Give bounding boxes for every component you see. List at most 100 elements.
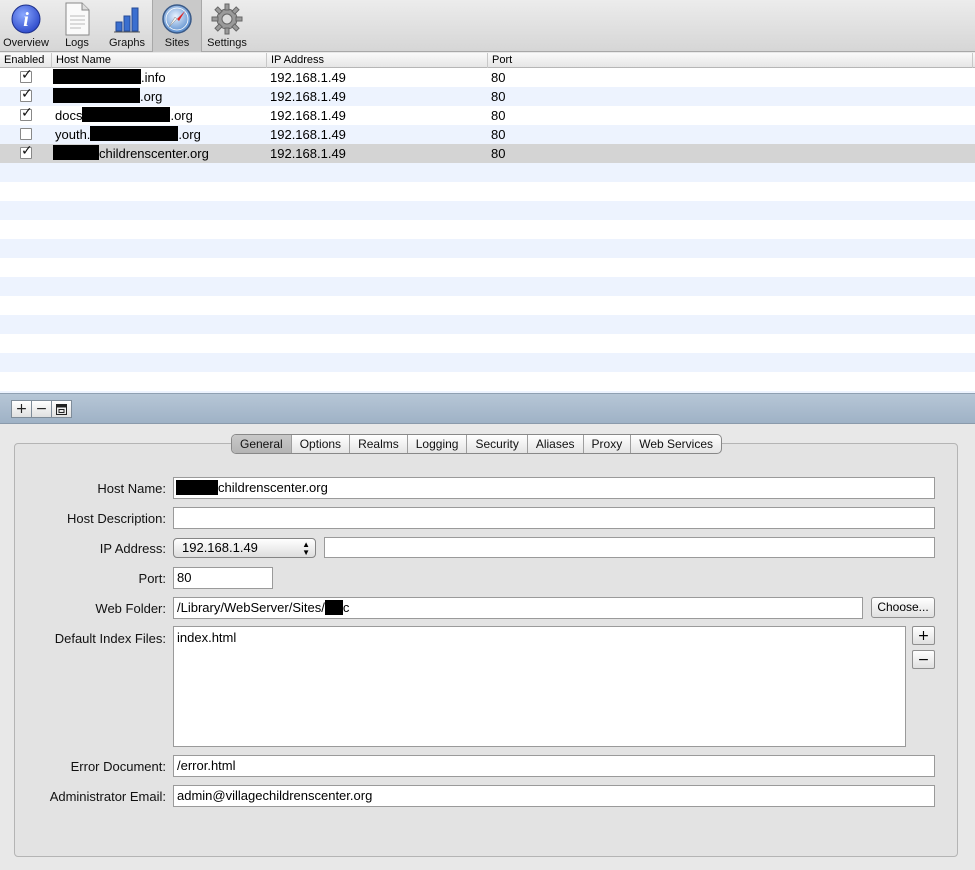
empty-row — [0, 258, 975, 277]
port-field[interactable]: 80 — [173, 567, 273, 589]
column-header-ip-address[interactable]: IP Address — [267, 53, 488, 68]
tab-aliases[interactable]: Aliases — [528, 435, 584, 453]
port-cell: 80 — [491, 146, 506, 161]
web-folder-label: Web Folder: — [95, 601, 166, 616]
ip-address-cell: 192.168.1.49 — [270, 146, 346, 161]
ip-address-cell: 192.168.1.49 — [270, 70, 346, 85]
empty-row — [0, 372, 975, 391]
host-name-cell: docs .org — [55, 107, 193, 123]
settings-tabs: General Options Realms Logging Security … — [231, 434, 723, 454]
toolbar-overview-label: Overview — [3, 37, 49, 49]
list-item[interactable]: index.html — [177, 630, 236, 645]
tab-proxy[interactable]: Proxy — [584, 435, 632, 453]
document-icon — [60, 2, 94, 36]
host-name-cell: .org — [52, 87, 267, 106]
redacted-block — [176, 480, 218, 495]
table-row[interactable]: youth. .org 192.168.1.49 80 — [0, 125, 975, 144]
empty-row — [0, 334, 975, 353]
svg-text:i: i — [23, 9, 29, 31]
default-index-files-list[interactable]: index.html — [173, 626, 906, 747]
toolbar-logs[interactable]: Logs — [52, 0, 102, 52]
choose-folder-button[interactable]: Choose... — [871, 597, 935, 618]
toolbar-settings[interactable]: Settings — [202, 0, 252, 52]
empty-row — [0, 315, 975, 334]
port-cell: 80 — [491, 127, 506, 142]
empty-row — [0, 201, 975, 220]
tab-realms[interactable]: Realms — [350, 435, 408, 453]
enabled-checkbox[interactable] — [20, 128, 32, 140]
table-actions-bar: + − — [0, 393, 975, 424]
remove-site-button[interactable]: − — [31, 400, 52, 418]
tab-general[interactable]: General — [232, 435, 292, 453]
redacted-block — [324, 600, 343, 615]
column-header-port[interactable]: Port — [488, 53, 973, 68]
compass-icon — [160, 2, 194, 36]
toolbar-logs-label: Logs — [65, 37, 89, 49]
host-description-label: Host Description: — [67, 511, 166, 526]
tab-options[interactable]: Options — [292, 435, 351, 453]
redacted-block — [53, 145, 99, 160]
error-document-field[interactable]: /error.html — [173, 755, 935, 777]
redacted-block — [90, 126, 179, 141]
default-index-files-label: Default Index Files: — [54, 631, 166, 646]
empty-row — [0, 163, 975, 182]
column-header-host-name[interactable]: Host Name — [52, 53, 267, 68]
empty-row — [0, 239, 975, 258]
table-row[interactable]: .org 192.168.1.49 80 — [0, 85, 975, 106]
ip-address-cell: 192.168.1.49 — [270, 89, 346, 104]
updown-arrows-icon: ▲ ▼ — [302, 540, 310, 557]
table-body: .info 192.168.1.49 80 .org 192.168.1.49 … — [0, 66, 975, 393]
web-folder-field[interactable]: /Library/WebServer/Sites/c — [173, 597, 863, 619]
enabled-checkbox[interactable] — [20, 66, 33, 85]
empty-row — [0, 296, 975, 315]
empty-row — [0, 353, 975, 372]
table-row-selected[interactable]: childrenscenter.org 192.168.1.49 80 — [0, 142, 975, 163]
enabled-checkbox[interactable] — [20, 142, 33, 161]
tab-web-services[interactable]: Web Services — [631, 435, 721, 453]
main-toolbar: i Overview Logs Graphs Sites Settings — [0, 0, 975, 52]
toolbar-sites[interactable]: Sites — [152, 0, 202, 52]
port-label: Port: — [138, 571, 166, 586]
duplicate-icon — [56, 403, 67, 415]
add-site-button[interactable]: + — [11, 400, 32, 418]
tab-security[interactable]: Security — [467, 435, 528, 453]
ip-address-extra-field[interactable] — [324, 537, 935, 558]
tab-logging[interactable]: Logging — [408, 435, 468, 453]
error-document-label: Error Document: — [70, 759, 166, 774]
administrator-email-label: Administrator Email: — [49, 789, 166, 804]
empty-row — [0, 277, 975, 296]
info-icon: i — [9, 2, 43, 36]
sites-table: Enabled Host Name IP Address Port .info … — [0, 53, 975, 393]
bar-chart-icon — [110, 2, 144, 36]
host-name-label: Host Name: — [97, 481, 166, 496]
redacted-block — [53, 88, 140, 103]
table-header: Enabled Host Name IP Address Port — [0, 53, 975, 68]
host-name-cell: .info — [52, 68, 267, 87]
redacted-block — [82, 107, 171, 122]
empty-row — [0, 182, 975, 201]
table-row[interactable]: docs.org 192.168.1.49 80 — [0, 104, 975, 125]
gear-icon — [210, 2, 244, 36]
ip-address-select[interactable]: 192.168.1.49 ▲ ▼ — [173, 538, 316, 558]
host-name-field[interactable]: childrenscenter.org — [173, 477, 935, 499]
toolbar-graphs-label: Graphs — [108, 37, 146, 49]
port-cell: 80 — [491, 108, 506, 123]
host-name-cell: youth. .org — [55, 126, 201, 142]
administrator-email-field[interactable]: admin@villagechildrenscenter.org — [173, 785, 935, 807]
toolbar-overview[interactable]: i Overview — [0, 0, 52, 52]
empty-row — [0, 220, 975, 239]
ip-address-cell: 192.168.1.49 — [270, 127, 346, 142]
duplicate-site-button[interactable] — [51, 400, 72, 418]
toolbar-graphs[interactable]: Graphs — [102, 0, 152, 52]
port-cell: 80 — [491, 89, 506, 104]
enabled-checkbox[interactable] — [20, 104, 33, 123]
enabled-checkbox[interactable] — [20, 85, 33, 104]
add-index-file-button[interactable]: + — [912, 626, 935, 645]
remove-index-file-button[interactable]: − — [912, 650, 935, 669]
table-row[interactable]: .info 192.168.1.49 80 — [0, 66, 975, 87]
ip-address-cell: 192.168.1.49 — [270, 108, 346, 123]
toolbar-settings-label: Settings — [207, 37, 247, 49]
redacted-block — [53, 69, 141, 84]
host-description-field[interactable] — [173, 507, 935, 529]
host-name-cell: childrenscenter.org — [52, 144, 267, 163]
